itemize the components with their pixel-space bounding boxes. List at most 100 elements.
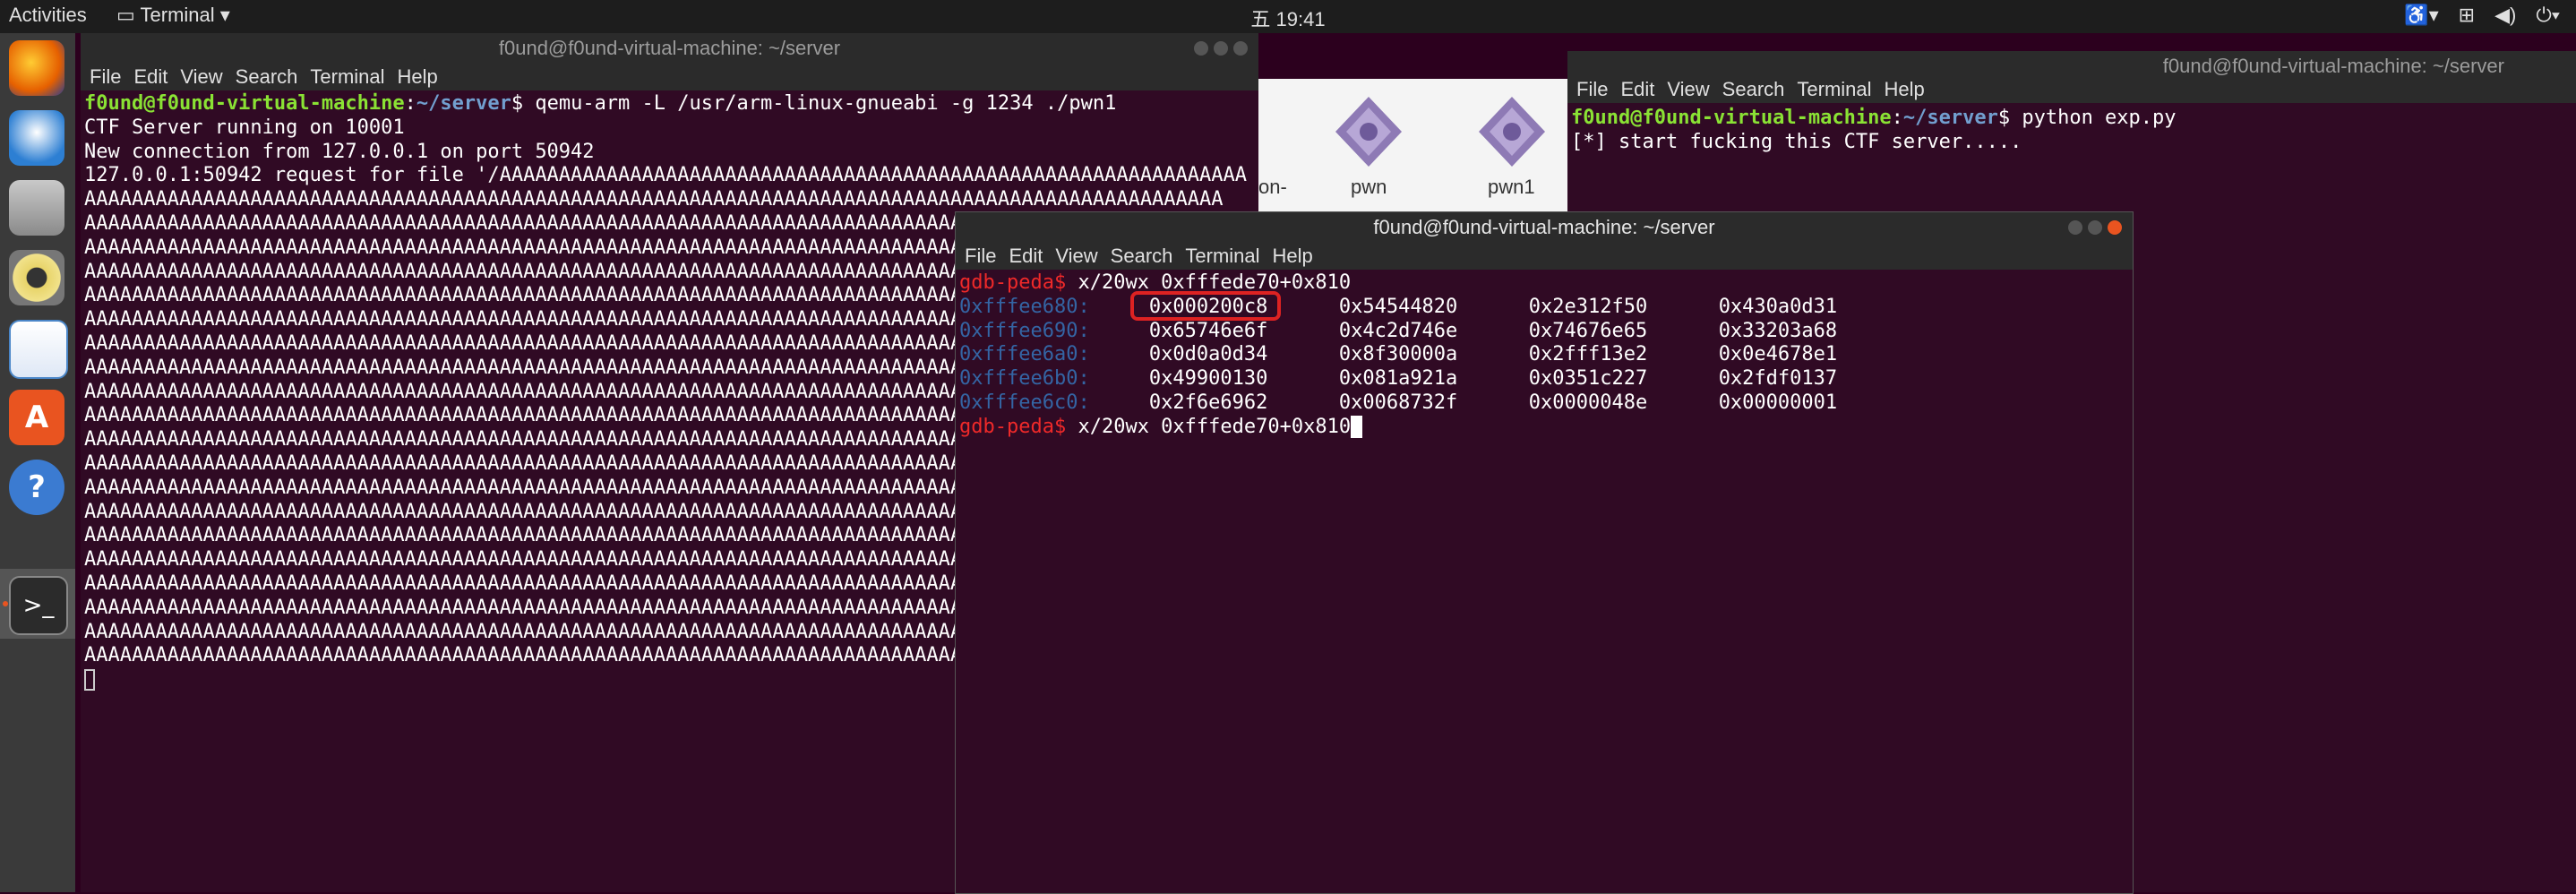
output-line: 127.0.0.1:50942 request for file '/AAAAA… (84, 164, 1248, 187)
text-cursor (1351, 416, 1363, 439)
prompt-user: f0und@f0und-virtual-machine (1571, 107, 1892, 129)
maximize-button[interactable] (2088, 220, 2102, 235)
memory-word: 0x081a921a (1338, 367, 1458, 391)
command-text: qemu-arm -L /usr/arm-linux-gnueabi -g 12… (523, 92, 1117, 115)
output-line: [*] start fucking this CTF server..... (1571, 130, 2022, 153)
menu-view[interactable]: View (1055, 245, 1097, 267)
memory-word: 0x33203a68 (1718, 319, 1838, 342)
close-button[interactable] (2108, 220, 2122, 235)
dock-terminal-active: >_ (0, 569, 75, 639)
memory-row: 0xfffee6a0: 0x0d0a0d34 0x8f30000a 0x2fff… (959, 343, 2129, 367)
minimize-button[interactable] (1194, 41, 1208, 56)
memory-row: 0xfffee6b0: 0x49900130 0x081a921a 0x0351… (959, 367, 2129, 391)
file-label-pwn[interactable]: pwn (1351, 176, 1387, 199)
activities-button[interactable]: Activities (9, 4, 87, 27)
menu-edit[interactable]: Edit (1009, 245, 1043, 267)
system-tray[interactable]: ♿▾ ⊞ ◀) ⏻▾ (2404, 4, 2560, 27)
terminal-icon[interactable]: >_ (9, 576, 68, 635)
output-line: CTF Server running on 10001 (84, 116, 405, 139)
volume-icon[interactable]: ◀) (2494, 4, 2516, 27)
text-cursor (84, 669, 95, 692)
software-icon[interactable]: A (9, 390, 64, 445)
memory-row: 0xfffee690: 0x65746e6f 0x4c2d746e 0x7467… (959, 320, 2129, 344)
menu-help[interactable]: Help (1885, 78, 1925, 100)
power-icon[interactable]: ⏻▾ (2536, 4, 2560, 27)
menu-view[interactable]: View (180, 65, 222, 88)
running-indicator (3, 601, 8, 606)
memory-word: 0x65746e6f (1148, 319, 1268, 342)
menu-edit[interactable]: Edit (133, 65, 167, 88)
menu-search[interactable]: Search (1111, 245, 1173, 267)
command-text: x/20wx 0xfffede70+0x810 (1066, 415, 1352, 438)
writer-icon[interactable] (9, 320, 68, 379)
memory-address: 0xfffee6a0: (959, 343, 1090, 366)
accessibility-icon[interactable]: ♿▾ (2404, 4, 2438, 27)
menu-help[interactable]: Help (398, 65, 438, 88)
memory-word: 0x2fff13e2 (1528, 343, 1648, 366)
prompt-line: f0und@f0und-virtual-machine:~/server$ qe… (84, 92, 1117, 115)
terminal-output[interactable]: gdb-peda$ x/20wx 0xfffede70+0x810 0xfffee… (959, 271, 2129, 893)
gdb-prompt: gdb-peda$ (959, 415, 1067, 438)
menu-terminal[interactable]: Terminal (310, 65, 384, 88)
files-icon[interactable] (9, 180, 64, 236)
command-text: python exp.py (2010, 107, 2177, 129)
help-icon[interactable]: ? (9, 460, 64, 515)
memory-address: 0xfffee6b0: (959, 367, 1090, 391)
memory-word: 0x0d0a0d34 (1148, 343, 1268, 366)
menu-edit[interactable]: Edit (1620, 78, 1654, 100)
file-label-pwn1[interactable]: pwn1 (1488, 176, 1535, 199)
clock[interactable]: 五 19:41 (1250, 4, 1325, 32)
menu-help[interactable]: Help (1273, 245, 1313, 267)
maximize-button[interactable] (1214, 41, 1228, 56)
memory-word: 0x49900130 (1148, 367, 1268, 391)
prompt-line: f0und@f0und-virtual-machine:~/server$ py… (1571, 107, 2177, 129)
menu-search[interactable]: Search (236, 65, 298, 88)
network-icon[interactable]: ⊞ (2459, 4, 2475, 27)
prompt-path: ~/server (1902, 107, 1998, 129)
app-menu[interactable]: ▭ Terminal ▾ (116, 4, 230, 27)
memory-word: 0x2e312f50 (1528, 295, 1648, 318)
menu-bar: File Edit View Search Terminal Help (956, 243, 2133, 270)
app-menu-label: Terminal (140, 4, 215, 26)
memory-word: 0x0000048e (1528, 391, 1648, 414)
menu-file[interactable]: File (1576, 78, 1608, 100)
memory-word: 0x0068732f (1338, 391, 1458, 414)
window-controls (1194, 41, 1248, 56)
highlight-box (1130, 291, 1281, 321)
menu-bar: File Edit View Search Terminal Help (81, 64, 1258, 90)
rhythmbox-icon[interactable] (9, 250, 64, 305)
memory-row: 0xfffee6c0: 0x2f6e6962 0x0068732f 0x0000… (959, 391, 2129, 416)
memory-word: 0x0351c227 (1528, 367, 1648, 391)
memory-word: 0x0e4678e1 (1718, 343, 1838, 366)
window-title[interactable]: f0und@f0und-virtual-machine: ~/server (956, 212, 2133, 243)
memory-word: 0x4c2d746e (1338, 319, 1458, 342)
terminal-small-icon: ▭ (116, 4, 135, 26)
menu-file[interactable]: File (90, 65, 121, 88)
executable-file-icon[interactable] (1473, 93, 1550, 170)
menu-terminal[interactable]: Terminal (1797, 78, 1871, 100)
memory-word: 0x2fdf0137 (1718, 367, 1838, 391)
menu-terminal[interactable]: Terminal (1185, 245, 1259, 267)
memory-word: 0x8f30000a (1338, 343, 1458, 366)
output-line: New connection from 127.0.0.1 on port 50… (84, 140, 595, 163)
memory-word: 0x54544820 (1338, 295, 1458, 318)
chevron-down-icon: ▾ (219, 4, 230, 26)
file-label-partial: on- (1258, 176, 1287, 198)
close-button[interactable] (1233, 41, 1248, 56)
menu-file[interactable]: File (965, 245, 996, 267)
memory-address: 0xfffee680: (959, 295, 1090, 318)
executable-file-icon[interactable] (1330, 93, 1407, 170)
memory-word: 0x74676e65 (1528, 319, 1648, 342)
thunderbird-icon[interactable] (9, 110, 64, 166)
menu-view[interactable]: View (1667, 78, 1709, 100)
menu-bar: File Edit View Search Terminal Help (1567, 76, 2576, 103)
memory-word: 0x430a0d31 (1718, 295, 1838, 318)
firefox-icon[interactable] (9, 40, 64, 96)
memory-word: 0x00000001 (1718, 391, 1838, 414)
memory-address: 0xfffee6c0: (959, 391, 1090, 414)
menu-search[interactable]: Search (1722, 78, 1785, 100)
prompt-user: f0und@f0und-virtual-machine (84, 92, 405, 115)
window-controls (2068, 220, 2122, 235)
minimize-button[interactable] (2068, 220, 2082, 235)
window-title[interactable]: f0und@f0und-virtual-machine: ~/server (81, 33, 1258, 64)
